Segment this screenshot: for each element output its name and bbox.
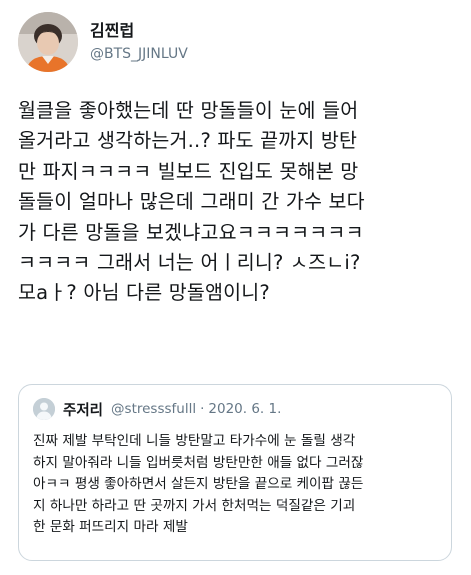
tweet-text-line: ㅋㅋㅋㅋ 그래서 너는 어ㅣ리니? ㅅ즈ㄴi? [18, 251, 361, 275]
quoted-tweet[interactable]: 주저리 @stresssfulll · 2020. 6. 1. 진짜 제발 부탁… [18, 384, 452, 561]
quoted-author-handle[interactable]: @stresssfulll [111, 401, 196, 417]
quoted-text-line: 지 하나만 하라고 딴 곳까지 가서 한처먹는 덕질같은 기괴 [33, 497, 356, 514]
profile-photo-icon [18, 12, 78, 72]
quoted-tweet-header: 주저리 @stresssfulll · 2020. 6. 1. [31, 397, 439, 421]
quoted-dot-separator: · [200, 401, 205, 417]
quoted-author-avatar[interactable] [33, 398, 55, 420]
quoted-text-line: 하지 말아줘라 니들 입버릇처럼 방탄만한 애들 없다 그러잖 [33, 454, 364, 471]
quoted-text-line: 진짜 제발 부탁인데 니들 방탄말고 타가수에 눈 돌릴 생각 [33, 433, 356, 449]
default-avatar-icon [33, 398, 55, 420]
author-names: 김찐럽 @BTS_JJINLUV [90, 21, 188, 63]
tweet-text-line: 돌들이 얼마나 많은데 그래미 간 가수 보다 [18, 190, 365, 214]
quoted-tweet-text: 진짜 제발 부탁인데 니들 방탄말고 타가수에 눈 돌릴 생각 하지 말아줘라 … [31, 431, 439, 539]
tweet-text-line: 가 다른 망돌을 보겠냐고요ㅋㅋㅋㅋㅋㅋㅋ [18, 220, 364, 244]
author-display-name[interactable]: 김찐럽 [90, 21, 188, 41]
tweet-text-line: 만 파지ㅋㅋㅋㅋ 빌보드 진입도 못해본 망 [18, 159, 359, 183]
tweet-header: 김찐럽 @BTS_JJINLUV [18, 12, 188, 72]
tweet-text: 월클을 좋아했는데 딴 망돌들이 눈에 들어 올거라고 생각하는거..? 파도 … [18, 96, 454, 309]
quoted-tweet-date[interactable]: 2020. 6. 1. [208, 401, 281, 417]
tweet-card: 김찐럽 @BTS_JJINLUV 월클을 좋아했는데 딴 망돌들이 눈에 들어 … [0, 0, 471, 575]
tweet-text-line: 월클을 좋아했는데 딴 망돌들이 눈에 들어 [18, 99, 359, 122]
tweet-text-line: 모aㅏ? 아님 다른 망돌앰이니? [18, 281, 270, 305]
tweet-text-line: 올거라고 생각하는거..? 파도 끝까지 방탄 [18, 129, 358, 153]
author-handle[interactable]: @BTS_JJINLUV [90, 45, 188, 63]
author-avatar[interactable] [18, 12, 78, 72]
quoted-text-line: 한 문화 퍼뜨리지 마라 제발 [33, 519, 188, 535]
quoted-author-display-name[interactable]: 주저리 [63, 399, 103, 420]
quoted-text-line: 아ㅋㅋ 평생 좋아하면서 살든지 방탄을 끝으로 케이팝 끊든 [33, 476, 364, 492]
